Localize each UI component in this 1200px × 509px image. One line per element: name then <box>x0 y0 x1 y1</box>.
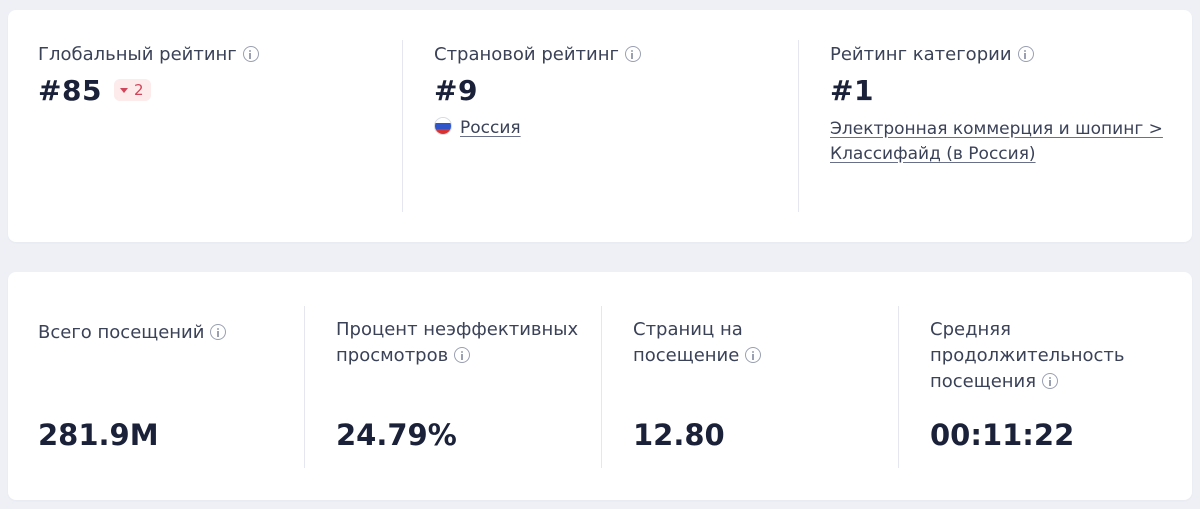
info-icon[interactable] <box>454 347 471 363</box>
metric-label-line: Всего посещений <box>38 322 205 343</box>
country-rank-label-row: Страновой рейтинг <box>434 42 641 68</box>
divider <box>798 40 799 212</box>
global-rank-row: #85 2 <box>38 74 152 107</box>
info-icon[interactable] <box>242 46 259 62</box>
metrics-card: Всего посещений 281.9M Процент неэффекти… <box>8 272 1192 500</box>
metric-value: 00:11:22 <box>930 418 1075 452</box>
metric-label-line: просмотров <box>336 345 449 366</box>
category-rank-label: Рейтинг категории <box>830 44 1012 65</box>
rank-change-badge: 2 <box>113 79 152 101</box>
metric-value: 281.9M <box>38 418 159 452</box>
info-icon[interactable] <box>1017 46 1034 62</box>
metric-label-line: Процент неэффективных <box>336 319 579 340</box>
metric-label: Средняя продолжительность посещения <box>930 317 1125 395</box>
rank-change-value: 2 <box>133 81 144 99</box>
metric-label: Всего посещений <box>38 320 227 346</box>
country-link-row[interactable]: Россия <box>434 116 521 141</box>
country-rank-section: Страновой рейтинг #9 Россия <box>434 10 794 242</box>
global-rank-value: #85 <box>38 74 102 107</box>
metric-label-line: посещение <box>633 345 740 366</box>
metric-label-line: продолжительность <box>930 345 1125 366</box>
metric-label-line: посещения <box>930 371 1037 392</box>
category-rank-section: Рейтинг категории #1 Электронная коммерц… <box>830 10 1180 242</box>
global-rank-section: Глобальный рейтинг #85 2 <box>38 10 398 242</box>
category-link-line1[interactable]: Электронная коммерция и шопинг > <box>830 117 1163 142</box>
country-rank-value: #9 <box>434 74 478 107</box>
metric-label: Страниц на посещение <box>633 317 762 369</box>
metric-total-visits: Всего посещений 281.9M <box>38 272 298 500</box>
triangle-down-icon <box>119 88 128 93</box>
russia-flag-icon <box>434 117 452 135</box>
country-link[interactable]: Россия <box>460 118 521 138</box>
metric-pages-per-visit: Страниц на посещение 12.80 <box>633 272 893 500</box>
country-rank-label: Страновой рейтинг <box>434 44 619 65</box>
metric-value: 12.80 <box>633 418 725 452</box>
divider <box>898 306 899 468</box>
divider <box>402 40 403 212</box>
ranking-card: Глобальный рейтинг #85 2 Страновой рейтин… <box>8 10 1192 242</box>
category-rank-label-row: Рейтинг категории <box>830 42 1034 68</box>
info-icon[interactable] <box>624 46 641 62</box>
metric-avg-visit-duration: Средняя продолжительность посещения 00:1… <box>930 272 1180 500</box>
divider <box>304 306 305 468</box>
metric-label: Процент неэффективных просмотров <box>336 317 578 369</box>
category-rank-value: #1 <box>830 74 874 107</box>
metric-value: 24.79% <box>336 418 457 452</box>
metric-bounce-rate: Процент неэффективных просмотров 24.79% <box>336 272 596 500</box>
info-icon[interactable] <box>210 324 227 340</box>
global-rank-label: Глобальный рейтинг <box>38 44 237 65</box>
metric-label-line: Средняя <box>930 319 1011 340</box>
category-link[interactable]: Электронная коммерция и шопинг > Классиф… <box>830 117 1163 167</box>
global-rank-label-row: Глобальный рейтинг <box>38 42 259 68</box>
divider <box>601 306 602 468</box>
info-icon[interactable] <box>745 347 762 363</box>
metric-label-line: Страниц на <box>633 319 743 340</box>
info-icon[interactable] <box>1042 373 1059 389</box>
flag-stripe-red <box>435 128 451 134</box>
category-link-line2[interactable]: Классифайд (в Россия) <box>830 142 1036 167</box>
